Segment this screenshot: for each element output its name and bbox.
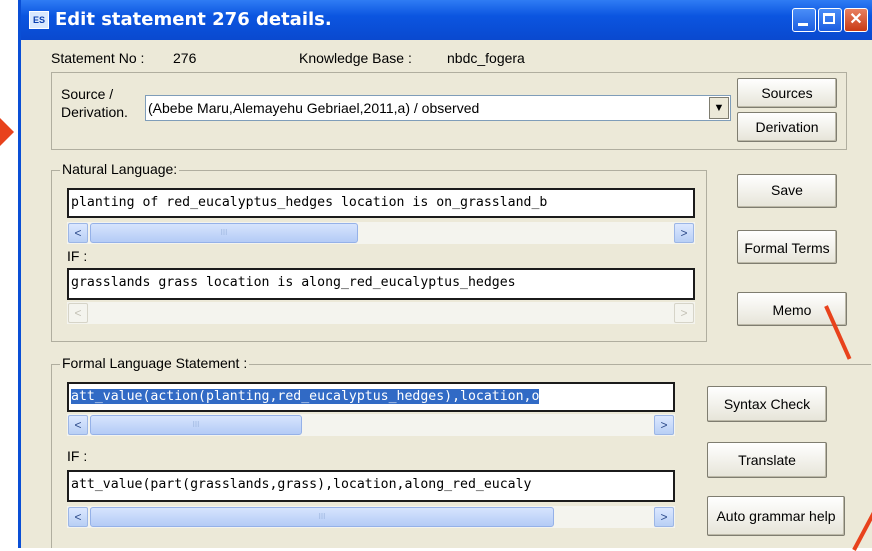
source-label: Source / (61, 86, 114, 102)
natural-if-label: IF : (67, 248, 88, 264)
formal-if-label: IF : (67, 448, 88, 464)
red-arrow-annotation (0, 118, 14, 146)
syntax-check-button[interactable]: Syntax Check (707, 386, 827, 422)
scroll-thumb[interactable]: III (90, 415, 302, 435)
scroll-left-icon[interactable]: < (68, 415, 88, 435)
scroll-left-icon[interactable]: < (68, 303, 88, 323)
formal-statement-scrollbar[interactable]: < III > (67, 414, 675, 436)
formal-language-statement[interactable]: att_value(action(planting,red_eucalyptus… (67, 382, 675, 412)
statement-no-value: 276 (173, 50, 197, 66)
scroll-right-icon[interactable]: > (674, 303, 694, 323)
formal-language-legend: Formal Language Statement : (60, 355, 250, 371)
source-derivation-select[interactable]: (Abebe Maru,Alemayehu Gebriael,2011,a) /… (145, 95, 731, 121)
natural-statement-scrollbar[interactable]: < III > (67, 222, 695, 244)
formal-terms-button[interactable]: Formal Terms (737, 230, 837, 264)
sources-button[interactable]: Sources (737, 78, 837, 108)
scroll-right-icon[interactable]: > (654, 415, 674, 435)
scroll-right-icon[interactable]: > (654, 507, 674, 527)
scroll-left-icon[interactable]: < (68, 507, 88, 527)
title-bar[interactable]: ES Edit statement 276 details. ✕ (21, 0, 872, 40)
maximize-button[interactable] (818, 8, 842, 32)
minimize-button[interactable] (792, 8, 816, 32)
scroll-thumb[interactable]: III (90, 507, 554, 527)
close-button[interactable]: ✕ (844, 8, 868, 32)
dropdown-arrow-icon[interactable]: ▼ (709, 97, 729, 119)
natural-language-statement[interactable]: planting of red_eucalyptus_hedges locati… (67, 188, 695, 218)
window-title: Edit statement 276 details. (55, 9, 332, 30)
derivation-label: Derivation. (61, 104, 128, 120)
selected-text: att_value(action(planting,red_eucalyptus… (71, 389, 540, 404)
natural-language-condition[interactable]: grasslands grass location is along_red_e… (67, 268, 695, 300)
scroll-left-icon[interactable]: < (68, 223, 88, 243)
derivation-button[interactable]: Derivation (737, 112, 837, 142)
natural-condition-scrollbar[interactable]: < > (67, 302, 695, 324)
formal-condition-scrollbar[interactable]: < III > (67, 506, 675, 528)
scroll-thumb[interactable]: III (90, 223, 358, 243)
knowledge-base-value: nbdc_fogera (447, 50, 525, 66)
source-derivation-value: (Abebe Maru,Alemayehu Gebriael,2011,a) /… (148, 100, 480, 116)
scroll-right-icon[interactable]: > (674, 223, 694, 243)
auto-grammar-help-button[interactable]: Auto grammar help (707, 496, 845, 536)
translate-button[interactable]: Translate (707, 442, 827, 478)
formal-language-condition[interactable]: att_value(part(grasslands,grass),locatio… (67, 470, 675, 502)
edit-statement-window: ES Edit statement 276 details. ✕ Stateme… (18, 0, 872, 548)
save-button[interactable]: Save (737, 174, 837, 208)
statement-no-label: Statement No : (51, 50, 145, 66)
app-icon: ES (29, 11, 49, 29)
knowledge-base-label: Knowledge Base : (299, 50, 412, 66)
natural-language-legend: Natural Language: (60, 161, 180, 177)
